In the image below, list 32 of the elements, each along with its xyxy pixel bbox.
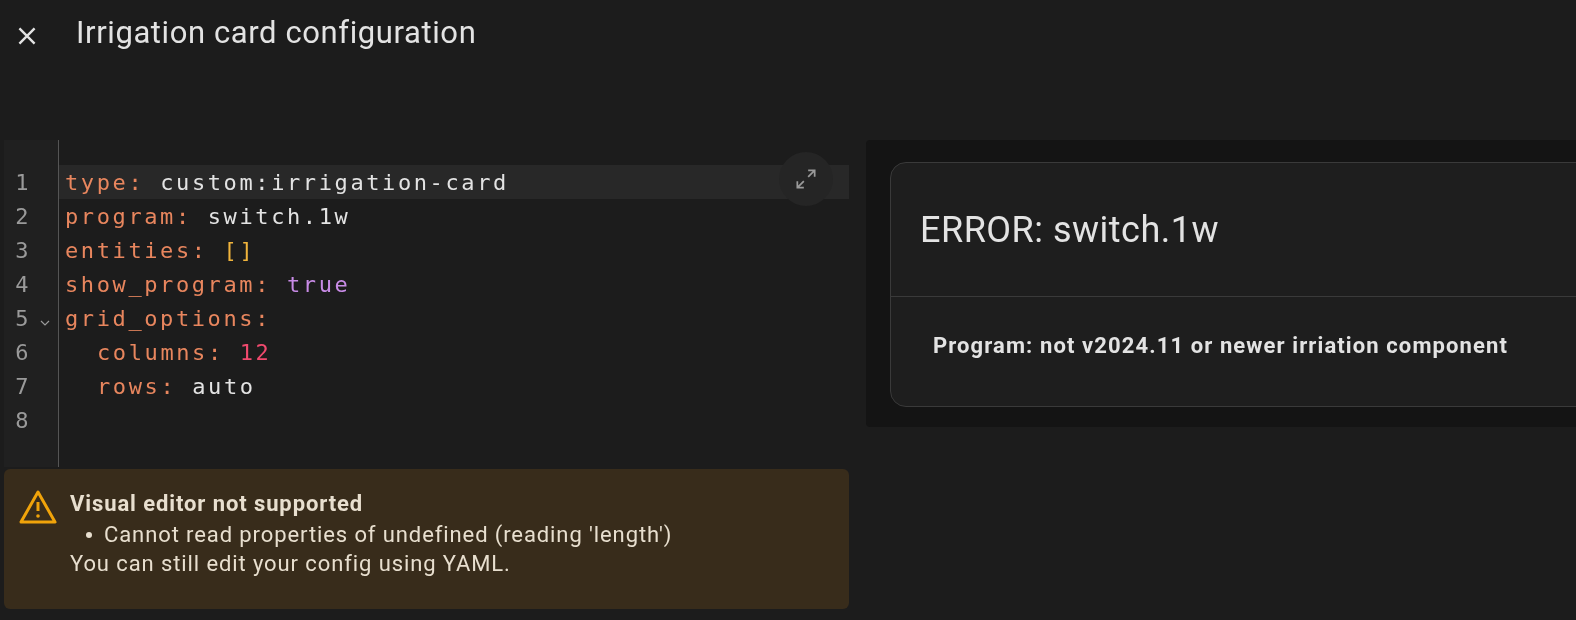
dialog-title: Irrigation card configuration xyxy=(76,14,477,51)
bullet-icon xyxy=(86,531,92,538)
fold-icon[interactable] xyxy=(40,319,50,327)
code-token: show_program: xyxy=(65,271,271,297)
code-token: rows: xyxy=(97,373,177,399)
code-token: grid_options: xyxy=(65,305,271,331)
line-number: 1 xyxy=(14,169,31,195)
line-number: 4 xyxy=(14,271,31,297)
warning-title: Visual editor not supported xyxy=(70,491,365,516)
line-number: 5 xyxy=(14,305,31,331)
line-number: 8 xyxy=(14,407,31,433)
code-token: columns: xyxy=(97,339,224,365)
line-number: 3 xyxy=(14,237,31,263)
code-token: custom:irrigation-card xyxy=(160,169,509,195)
card-message: Program: not v2024.11 or newer irriation component xyxy=(933,333,1508,358)
error-message: Cannot read properties of undefined (reading 'length') xyxy=(104,522,673,547)
code-token: 12 xyxy=(239,339,272,365)
code-token: type: xyxy=(65,169,145,195)
code-token: [] xyxy=(223,237,256,263)
line-number: 6 xyxy=(14,339,31,365)
warning-note: You can still edit your config using YAML. xyxy=(70,551,512,576)
code-editor[interactable]: 1 type: custom:irrigation-card 2 program: switch.1w 3 entities: [] 4 show_program: true 5 grid_options: 6 columns: 12 7 rows: auto 8 xyxy=(4,140,849,467)
line-number: 2 xyxy=(14,203,31,229)
code-token: entities: xyxy=(65,237,208,263)
expand-icon xyxy=(793,166,819,192)
line-number: 7 xyxy=(14,373,31,399)
code-token: true xyxy=(287,271,351,297)
warning-icon xyxy=(18,489,58,525)
card-title: ERROR: switch.1w xyxy=(920,208,1220,251)
code-token: switch.1w xyxy=(207,203,351,229)
code-token: auto xyxy=(192,373,256,399)
code-token: program: xyxy=(65,203,192,229)
